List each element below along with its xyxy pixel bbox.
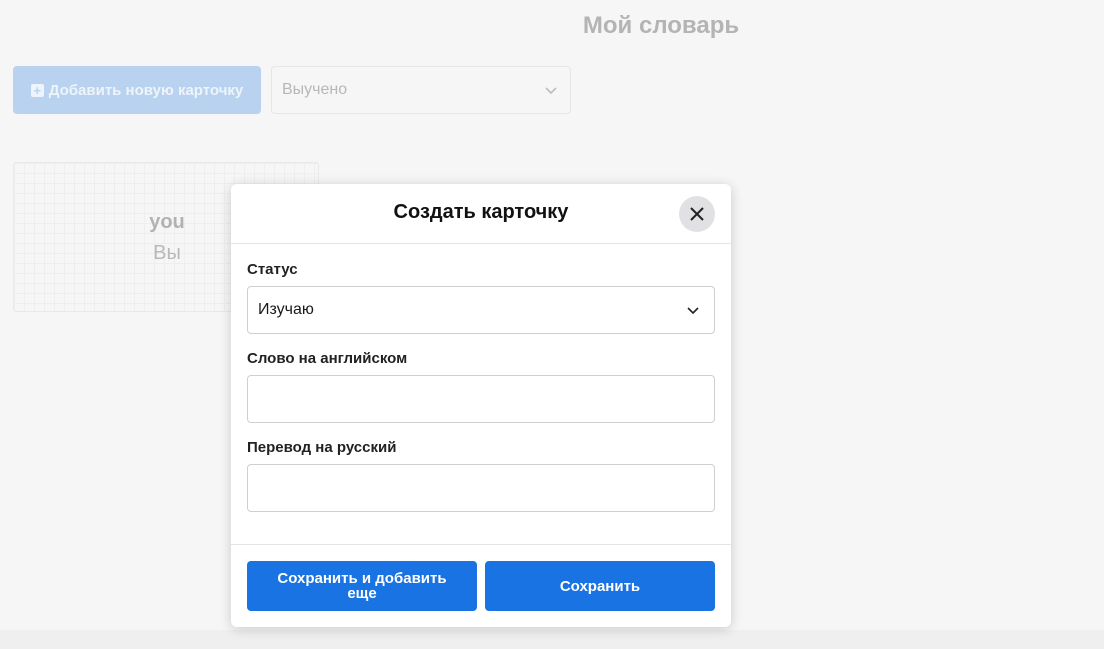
russian-translation-label: Перевод на русский [247,439,397,456]
save-button[interactable]: Сохранить [485,561,715,611]
toolbar: + Добавить новую карточку Выучено [13,66,571,114]
chevron-down-icon [687,307,699,315]
page-bottom-strip [0,630,1104,649]
modal-header: Создать карточку [231,184,731,244]
status-filter-value: Выучено [282,81,348,98]
english-word-input[interactable] [247,375,715,423]
add-card-button-label: Добавить новую карточку [48,81,244,99]
modal-footer: Сохранить и добавить еще Сохранить [231,544,731,627]
close-icon [690,207,704,221]
modal-title: Создать карточку [393,201,569,223]
english-word-label: Слово на английском [247,350,408,367]
status-filter-select[interactable]: Выучено [271,66,571,114]
create-card-modal: Создать карточку Статус Изучаю Слово на … [231,184,731,627]
add-card-button[interactable]: + Добавить новую карточку [13,66,261,114]
page-title: Мой словарь [582,12,740,39]
plus-square-icon: + [30,83,44,97]
russian-translation-input[interactable] [247,464,715,512]
close-button[interactable] [679,196,715,232]
save-and-add-button[interactable]: Сохранить и добавить еще [247,561,477,611]
chevron-down-icon [545,87,557,95]
status-select-value: Изучаю [258,301,314,318]
status-label: Статус [247,261,298,278]
status-select[interactable]: Изучаю [247,286,715,334]
